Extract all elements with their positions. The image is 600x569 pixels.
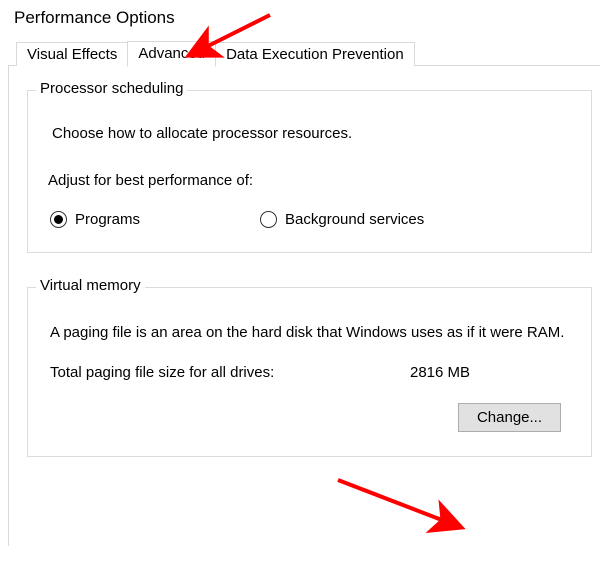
radio-group-performance: Programs Background services [50,211,573,228]
adjust-for-best-performance-label: Adjust for best performance of: [48,172,573,189]
total-paging-label: Total paging file size for all drives: [50,364,410,381]
total-paging-row: Total paging file size for all drives: 2… [50,364,569,381]
radio-background-services[interactable]: Background services [260,211,424,228]
tab-data-execution-prevention[interactable]: Data Execution Prevention [215,42,415,66]
radio-icon [260,211,277,228]
button-row: Change... [46,403,573,432]
total-paging-value: 2816 MB [410,364,470,381]
radio-icon [50,211,67,228]
groupbox-processor-scheduling: Processor scheduling Choose how to alloc… [27,90,592,253]
tab-panel-advanced: Processor scheduling Choose how to alloc… [8,66,600,546]
groupbox-virtual-memory: Virtual memory A paging file is an area … [27,287,592,457]
tab-strip: Visual Effects Advanced Data Execution P… [0,40,600,66]
legend-processor-scheduling: Processor scheduling [36,80,187,97]
tab-visual-effects[interactable]: Visual Effects [16,42,128,66]
tab-advanced[interactable]: Advanced [127,41,216,67]
legend-virtual-memory: Virtual memory [36,277,145,294]
change-button[interactable]: Change... [458,403,561,432]
radio-background-label: Background services [285,211,424,228]
radio-programs-label: Programs [75,211,140,228]
radio-dot-icon [54,215,63,224]
virtual-memory-description: A paging file is an area on the hard dis… [50,322,569,344]
processor-scheduling-description: Choose how to allocate processor resourc… [52,125,573,142]
radio-programs[interactable]: Programs [50,211,140,228]
window-title: Performance Options [0,0,600,40]
